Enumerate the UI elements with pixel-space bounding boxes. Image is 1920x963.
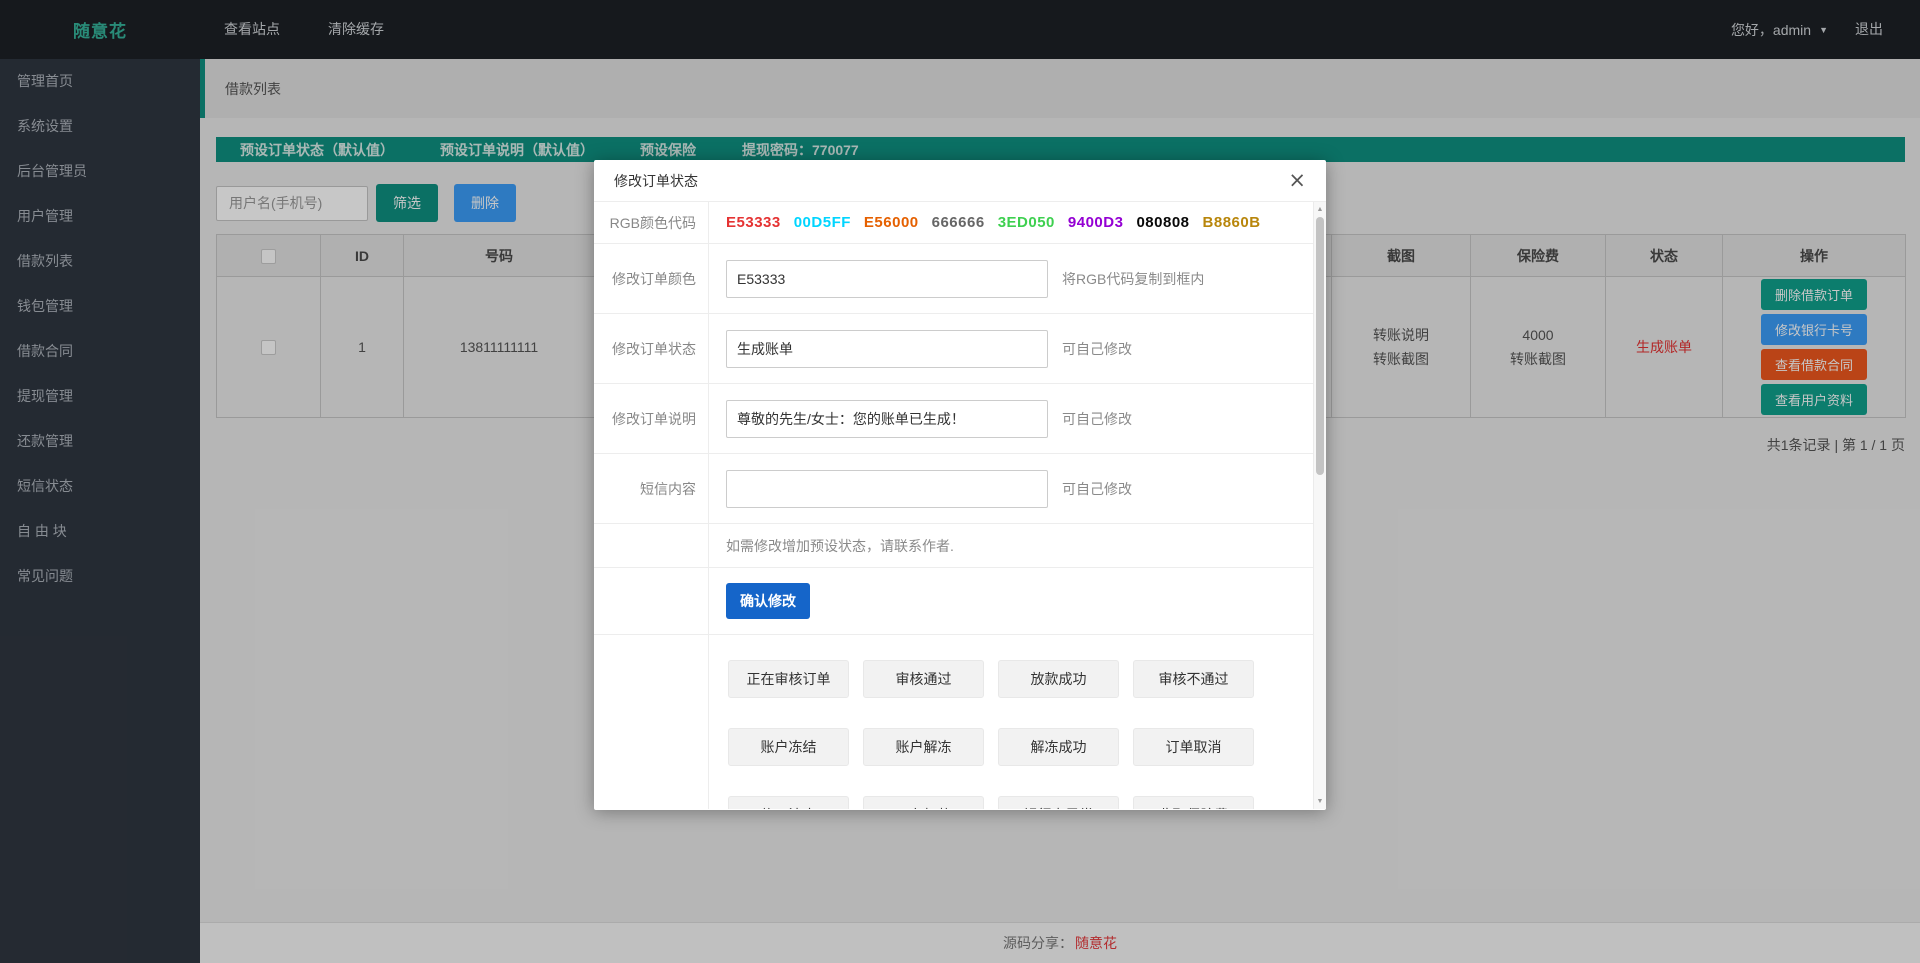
edit-order-status-modal: 修改订单状态 × RGB颜色代码 E53333 00D5FF E56000 66… [594, 160, 1326, 810]
confirm-edit-button[interactable]: 确认修改 [726, 583, 810, 619]
scroll-up-icon[interactable]: ▲ [1314, 203, 1326, 216]
confirm-row: 确认修改 [594, 568, 1313, 635]
sms-content-row: 短信内容 可自己修改 [594, 454, 1313, 524]
preset-approved-button[interactable]: 审核通过 [863, 660, 984, 698]
sms-content-input[interactable] [726, 470, 1048, 508]
order-desc-label: 修改订单说明 [594, 384, 709, 453]
sms-content-hint: 可自己修改 [1062, 479, 1132, 499]
rgb-codes-list: E53333 00D5FF E56000 666666 3ED050 9400D… [709, 202, 1313, 243]
order-color-input[interactable] [726, 260, 1048, 298]
order-status-hint: 可自己修改 [1062, 339, 1132, 359]
order-desc-row: 修改订单说明 可自己修改 [594, 384, 1313, 454]
sms-content-label: 短信内容 [594, 454, 709, 523]
color-code: B8860B [1203, 214, 1261, 231]
contact-author-note: 如需修改增加预设状态，请联系作者. [726, 536, 954, 556]
modal-title: 修改订单状态 [614, 171, 698, 191]
scrollbar-thumb[interactable] [1316, 217, 1324, 475]
color-code: 3ED050 [998, 214, 1055, 231]
modal-body: RGB颜色代码 E53333 00D5FF E56000 666666 3ED0… [594, 202, 1326, 809]
color-code: E53333 [726, 214, 781, 231]
scroll-down-icon[interactable]: ▼ [1314, 795, 1326, 808]
preset-order-cancelled-button[interactable]: 订单取消 [1133, 728, 1254, 766]
preset-row-3: 信用流水 正在打款 银行卡异常 收取保险费 [728, 796, 1313, 809]
preset-status-area: 正在审核订单 审核通过 放款成功 审核不通过 账户冻结 账户解冻 解冻成功 订单… [594, 635, 1313, 809]
order-desc-input[interactable] [726, 400, 1048, 438]
preset-account-frozen-button[interactable]: 账户冻结 [728, 728, 849, 766]
preset-reviewing-button[interactable]: 正在审核订单 [728, 660, 849, 698]
rgb-codes-label: RGB颜色代码 [594, 202, 709, 243]
order-status-label: 修改订单状态 [594, 314, 709, 383]
preset-rejected-button[interactable]: 审核不通过 [1133, 660, 1254, 698]
preset-bank-card-error-button[interactable]: 银行卡异常 [998, 796, 1119, 809]
color-code: 080808 [1136, 214, 1189, 231]
preset-loan-success-button[interactable]: 放款成功 [998, 660, 1119, 698]
preset-collect-insurance-button[interactable]: 收取保险费 [1133, 796, 1254, 809]
note-row: 如需修改增加预设状态，请联系作者. [594, 524, 1313, 568]
color-code: 9400D3 [1068, 214, 1124, 231]
preset-row-1: 正在审核订单 审核通过 放款成功 审核不通过 [728, 660, 1313, 698]
color-code: E56000 [864, 214, 919, 231]
preset-account-unfrozen-button[interactable]: 账户解冻 [863, 728, 984, 766]
order-desc-hint: 可自己修改 [1062, 409, 1132, 429]
preset-credit-flow-button[interactable]: 信用流水 [728, 796, 849, 809]
order-color-row: 修改订单颜色 将RGB代码复制到框内 [594, 244, 1313, 314]
preset-row-2: 账户冻结 账户解冻 解冻成功 订单取消 [728, 728, 1313, 766]
order-color-label: 修改订单颜色 [594, 244, 709, 313]
modal-header: 修改订单状态 × [594, 160, 1326, 202]
rgb-codes-row: RGB颜色代码 E53333 00D5FF E56000 666666 3ED0… [594, 202, 1313, 244]
order-status-row: 修改订单状态 可自己修改 [594, 314, 1313, 384]
order-color-hint: 将RGB代码复制到框内 [1062, 269, 1204, 289]
close-icon[interactable]: × [1288, 170, 1306, 191]
modal-scrollbar[interactable]: ▲ ▼ [1313, 202, 1326, 809]
preset-paying-button[interactable]: 正在打款 [863, 796, 984, 809]
preset-unfreeze-success-button[interactable]: 解冻成功 [998, 728, 1119, 766]
color-code: 666666 [932, 214, 985, 231]
order-status-input[interactable] [726, 330, 1048, 368]
color-code: 00D5FF [794, 214, 851, 231]
